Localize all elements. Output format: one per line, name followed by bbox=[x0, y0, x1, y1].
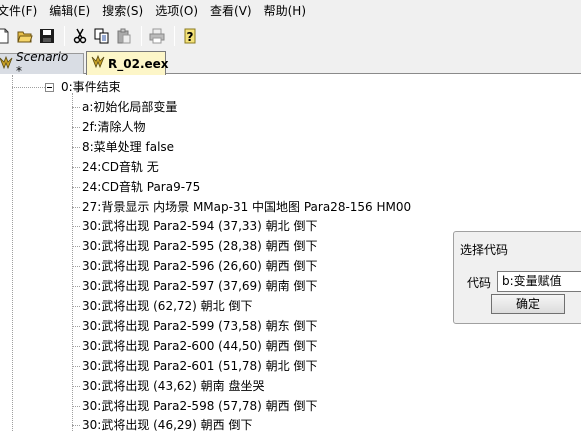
tree-guide-line bbox=[72, 146, 80, 148]
tree-item[interactable]: 8:菜单处理 false bbox=[82, 139, 174, 155]
menu-help[interactable]: 帮助(H) bbox=[258, 0, 312, 22]
tree-item[interactable]: 30:武将出现 Para2-599 (73,58) 朝东 倒下 bbox=[82, 318, 318, 334]
toolbar-separator bbox=[141, 26, 142, 46]
tree-item[interactable]: 30:武将出现 Para2-600 (44,50) 朝西 倒下 bbox=[82, 338, 318, 354]
tab-r02-label: R_02.eex bbox=[108, 56, 169, 71]
tree-item[interactable]: 30:武将出现 Para2-597 (37,69) 朝南 倒下 bbox=[82, 278, 318, 294]
code-select[interactable]: b:变量赋值 bbox=[497, 271, 581, 292]
help-icon[interactable]: ? bbox=[181, 27, 199, 45]
code-label: 代码 bbox=[467, 276, 492, 290]
tree-guide-line bbox=[72, 405, 80, 407]
tree-guide-line bbox=[72, 425, 80, 427]
menu-search[interactable]: 搜索(S) bbox=[96, 0, 149, 22]
tree-item[interactable]: 24:CD音轨 Para9-75 bbox=[82, 179, 200, 195]
toolbar-separator bbox=[64, 26, 65, 46]
tree-guide-line bbox=[12, 75, 13, 431]
toolbar: ? bbox=[0, 22, 581, 50]
tree-guide-line bbox=[72, 126, 80, 128]
svg-text:?: ? bbox=[187, 30, 194, 44]
tree-item[interactable]: 30:武将出现 Para2-601 (51,78) 朝北 倒下 bbox=[82, 358, 318, 374]
document-tabs: Scenario * R_02.eex bbox=[0, 50, 581, 78]
copy-icon[interactable] bbox=[93, 27, 111, 45]
tree-guide-line bbox=[72, 93, 73, 431]
tree-item[interactable]: 30:武将出现 (43,62) 朝南 盘坐哭 bbox=[82, 378, 264, 394]
tree-guide-line bbox=[72, 286, 80, 288]
tree-item[interactable]: 30:武将出现 (46,29) 朝西 倒下 bbox=[82, 417, 252, 431]
menu-bar: 文件(F) 编辑(E) 搜索(S) 选项(O) 查看(V) 帮助(H) bbox=[0, 0, 581, 22]
tree-root-node[interactable]: 0:事件结束 bbox=[61, 79, 121, 95]
save-icon[interactable] bbox=[38, 27, 56, 45]
tree-guide-line bbox=[72, 107, 80, 108]
tree-item[interactable]: 30:武将出现 Para2-596 (26,60) 朝西 倒下 bbox=[82, 258, 318, 274]
tree-guide-line bbox=[72, 306, 80, 307]
tab-scenario-label: Scenario * bbox=[16, 50, 69, 78]
menu-edit[interactable]: 编辑(E) bbox=[43, 0, 96, 22]
tree-item[interactable]: 30:武将出现 Para2-594 (37,33) 朝北 倒下 bbox=[82, 218, 318, 234]
tree-guide-line bbox=[72, 266, 80, 268]
tree-guide-line bbox=[72, 246, 80, 248]
toolbar-separator bbox=[174, 26, 175, 46]
tree-guide-line bbox=[72, 325, 80, 327]
paste-icon[interactable] bbox=[115, 27, 133, 45]
menu-options[interactable]: 选项(O) bbox=[149, 0, 204, 22]
new-file-icon[interactable] bbox=[0, 27, 12, 45]
tree-item[interactable]: 30:武将出现 Para2-595 (28,38) 朝西 倒下 bbox=[82, 238, 318, 254]
dialog-title: 选择代码 bbox=[460, 243, 509, 257]
tree-guide-line bbox=[72, 186, 80, 188]
tab-scenario[interactable]: Scenario * bbox=[0, 50, 84, 78]
tree-item[interactable]: 27:背景显示 内场景 MMap-31 中国地图 Para28-156 HM00 bbox=[82, 199, 411, 215]
menu-view[interactable]: 查看(V) bbox=[204, 0, 258, 22]
cut-icon[interactable] bbox=[71, 27, 89, 45]
tree-guide-line bbox=[12, 87, 45, 88]
tree-guide-line bbox=[72, 166, 80, 168]
select-code-dialog: 选择代码 代码 b:变量赋值 确定 bbox=[453, 231, 581, 324]
tree-item[interactable]: a:初始化局部变量 bbox=[82, 99, 177, 115]
print-icon[interactable] bbox=[148, 27, 166, 45]
tree-item[interactable]: 24:CD音轨 无 bbox=[82, 159, 159, 175]
tree-guide-line bbox=[72, 345, 80, 347]
tree-guide-line bbox=[72, 365, 80, 367]
tree-item[interactable]: 30:武将出现 (62,72) 朝北 倒下 bbox=[82, 298, 252, 314]
ok-button[interactable]: 确定 bbox=[491, 294, 565, 314]
open-folder-icon[interactable] bbox=[16, 27, 34, 45]
tree-item[interactable]: 2f:清除人物 bbox=[82, 119, 145, 135]
tree-guide-line bbox=[72, 206, 80, 208]
tree-guide-line bbox=[72, 226, 80, 228]
tab-r02-eex[interactable]: R_02.eex bbox=[86, 51, 169, 75]
scenario-icon bbox=[0, 55, 13, 73]
eex-file-icon bbox=[91, 54, 105, 72]
collapse-toggle[interactable] bbox=[45, 83, 54, 92]
tree-guide-line bbox=[72, 385, 80, 387]
tree-item[interactable]: 30:武将出现 Para2-598 (57,78) 朝西 倒下 bbox=[82, 398, 318, 414]
menu-file[interactable]: 文件(F) bbox=[0, 0, 43, 22]
